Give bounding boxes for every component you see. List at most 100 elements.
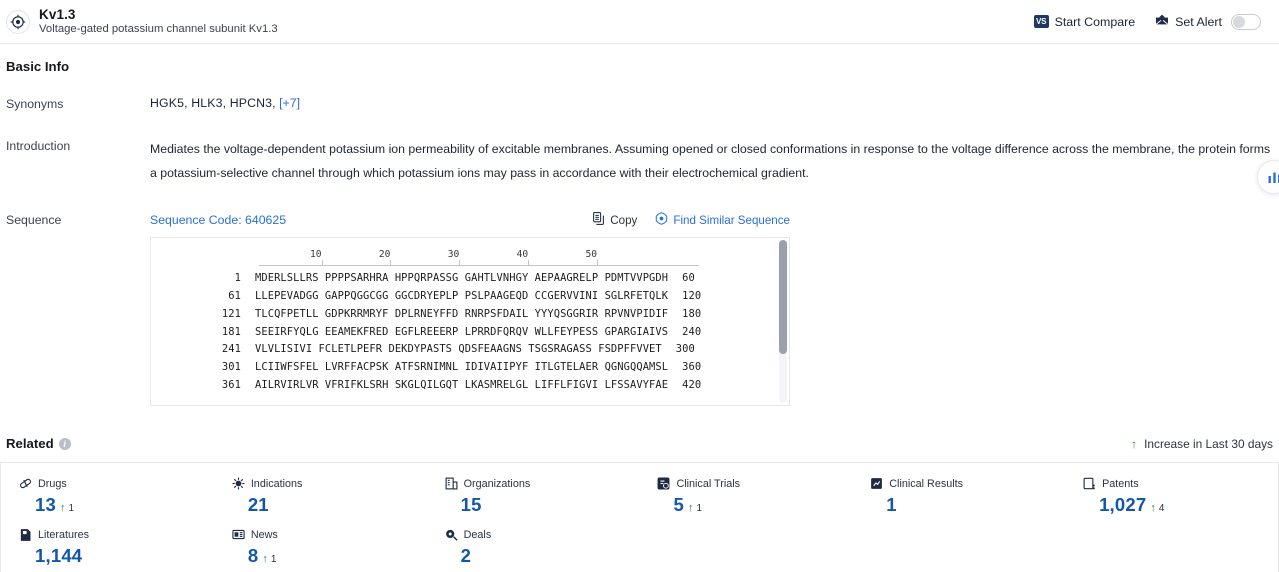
related-card-value: 15 (460, 494, 482, 516)
related-card[interactable]: Clinical Trials 5 ↑ 1 (639, 477, 852, 516)
sequence-end-index: 120 (682, 290, 702, 303)
related-card-header: Literatures (19, 528, 204, 542)
related-card-label: Clinical Results (889, 477, 964, 490)
alert-envelope-icon (1155, 14, 1169, 29)
related-card-value-wrap: 13 ↑ 1 (19, 494, 204, 516)
info-icon[interactable]: i (58, 437, 71, 450)
sequence-code-link[interactable]: Sequence Code: 640625 (150, 213, 286, 227)
sequence-line: 301 LCIIWFSFEL LVRFFACPSK ATFSRNIMNL IDIV… (151, 359, 789, 377)
ruler-line (259, 265, 699, 267)
related-card[interactable]: Patents 1,027 ↑ 4 (1065, 477, 1278, 516)
clinical-result-icon (870, 477, 883, 490)
increase-note: ↑ Increase in Last 30 days (1131, 437, 1273, 451)
sequence-ruler: 10 20 30 40 50 (259, 248, 699, 270)
related-card-delta-value: 1 (68, 503, 75, 515)
related-header: Related i ↑ Increase in Last 30 days (0, 436, 1279, 451)
target-crosshair-icon (6, 9, 30, 34)
ruler-tick (390, 260, 392, 267)
related-card[interactable]: News 8 ↑ 1 (214, 528, 427, 567)
synonyms-more-link[interactable]: [+7] (279, 96, 300, 110)
ruler-tick (321, 260, 323, 267)
arrow-up-icon: ↑ (687, 502, 694, 515)
related-cards: Drugs 13 ↑ 1 Indications 21 Organizations 15 Cli… (0, 462, 1279, 572)
related-card-header: Deals (445, 528, 630, 542)
start-compare-label: Start Compare (1054, 14, 1136, 29)
related-card-value-wrap: 15 (445, 494, 630, 516)
introduction-text: Mediates the voltage-dependent potassium… (150, 142, 1271, 180)
virus-icon (232, 477, 245, 490)
sequence-tools: Copy Find Similar Sequence (593, 212, 790, 228)
related-card[interactable]: Indications 21 (214, 477, 427, 516)
related-card-value-wrap: 1 (870, 494, 1055, 516)
related-card-header: Clinical Results (870, 477, 1055, 490)
sequence-residues: VLVLISIVI FCLETLPEFR DEKDYPASTS QDSFEAAG… (255, 343, 662, 356)
related-card-value-wrap: 1,144 (19, 545, 204, 567)
set-alert-label: Set Alert (1175, 14, 1222, 29)
bar-chart-icon (1268, 172, 1279, 183)
related-card-label: Clinical Trials (676, 477, 741, 490)
related-card-header: Indications (232, 477, 417, 490)
related-card[interactable]: Organizations 15 (427, 477, 640, 516)
sequence-start-index: 1 (234, 272, 241, 285)
related-card-value: 21 (247, 494, 269, 516)
increase-note-label: Increase in Last 30 days (1144, 436, 1273, 451)
related-card-header: Clinical Trials (657, 477, 842, 490)
sequence-residues: AILRVIRLVR VFRIFKLSRH SKGLQILGQT LKASMRE… (255, 379, 669, 391)
related-card-value-wrap: 1,027 ↑ 4 (1083, 494, 1268, 516)
sequence-start-index: 301 (221, 361, 241, 374)
related-card-header: News (232, 528, 417, 541)
sequence-header: Sequence Code: 640625 Copy Find Similar … (150, 212, 790, 228)
sequence-label: Sequence (6, 213, 62, 228)
related-card-value: 1 (886, 494, 897, 516)
related-card[interactable]: Drugs 13 ↑ 1 (1, 477, 214, 516)
copy-icon (593, 212, 605, 228)
sequence-line: 1 MDERLSLLRS PPPPSARHRA HPPQRPASSG GAHTLV… (151, 270, 789, 288)
synonyms-value: HGK5, HLK3, HPCN3, [+7] (150, 96, 1279, 110)
arrow-up-icon: ↑ (59, 502, 66, 515)
building-icon (445, 477, 458, 490)
related-card-value: 8 (247, 545, 259, 567)
related-card-header: Patents (1083, 477, 1268, 490)
related-card-value-wrap: 2 (445, 545, 630, 567)
related-card-delta: ↑ 1 (59, 502, 75, 515)
arrow-up-icon: ↑ (1131, 436, 1138, 451)
find-similar-icon (655, 212, 668, 228)
ruler-tick (597, 260, 599, 267)
sequence-end-index: 420 (682, 379, 702, 391)
related-card-label: Patents (1102, 477, 1139, 490)
sequence-scrollbar[interactable] (779, 240, 787, 404)
related-card[interactable]: Literatures 1,144 (1, 528, 214, 567)
sequence-line: 121 TLCQFPETLL GDPKRRMRYF DPLRNEYFFD RNRP… (151, 306, 789, 324)
related-card[interactable]: Clinical Results 1 (852, 477, 1065, 516)
sequence-line: 361 AILRVIRLVR VFRIFKLSRH SKGLQILGQT LKAS… (151, 377, 789, 395)
sequence-start-index: 121 (221, 307, 241, 320)
related-card-value-wrap: 8 ↑ 1 (232, 545, 417, 567)
introduction-value: Mediates the voltage-dependent potassium… (150, 138, 1279, 185)
alert-toggle[interactable] (1231, 13, 1261, 30)
sequence-end-index: 360 (682, 361, 702, 374)
related-card-label: News (250, 528, 278, 541)
set-alert-control[interactable]: Set Alert (1155, 13, 1261, 30)
bar-chart-floating-button[interactable] (1257, 160, 1279, 194)
sequence-viewer[interactable]: 10 20 30 40 50 1 MDERLSLLRS PPPPSARHRA HPPQRP… (150, 237, 790, 407)
start-compare-button[interactable]: VS Start Compare (1033, 14, 1136, 29)
related-card-delta: ↑ 1 (687, 502, 702, 515)
brand-text: Kv1.3 Voltage-gated potassium channel su… (39, 7, 278, 36)
basic-info-title: Basic Info (0, 44, 1279, 74)
find-similar-sequence-button[interactable]: Find Similar Sequence (655, 212, 790, 228)
pill-icon (19, 477, 32, 490)
vs-icon: VS (1033, 15, 1049, 28)
clinical-trial-icon (657, 477, 670, 490)
introduction-label: Introduction (6, 139, 71, 153)
sequence-start-index: 181 (221, 325, 241, 338)
sequence-start-index: 361 (221, 379, 241, 391)
copy-button[interactable]: Copy (593, 212, 637, 228)
sequence-scrollbar-thumb[interactable] (779, 240, 787, 355)
related-card[interactable]: Deals 2 (427, 528, 640, 567)
sequence-end-index: 240 (682, 325, 702, 338)
sequence-residues: SEEIRFYQLG EEAMEKFRED EGFLREEERP LPRRDFQ… (255, 325, 669, 338)
ruler-tick-label: 20 (378, 249, 391, 261)
sequence-line: 241 VLVLISIVI FCLETLPEFR DEKDYPASTS QDSFE… (151, 341, 789, 359)
sequence-residues: LCIIWFSFEL LVRFFACPSK ATFSRNIMNL IDIVAII… (255, 361, 669, 374)
app-header: Kv1.3 Voltage-gated potassium channel su… (0, 0, 1279, 44)
